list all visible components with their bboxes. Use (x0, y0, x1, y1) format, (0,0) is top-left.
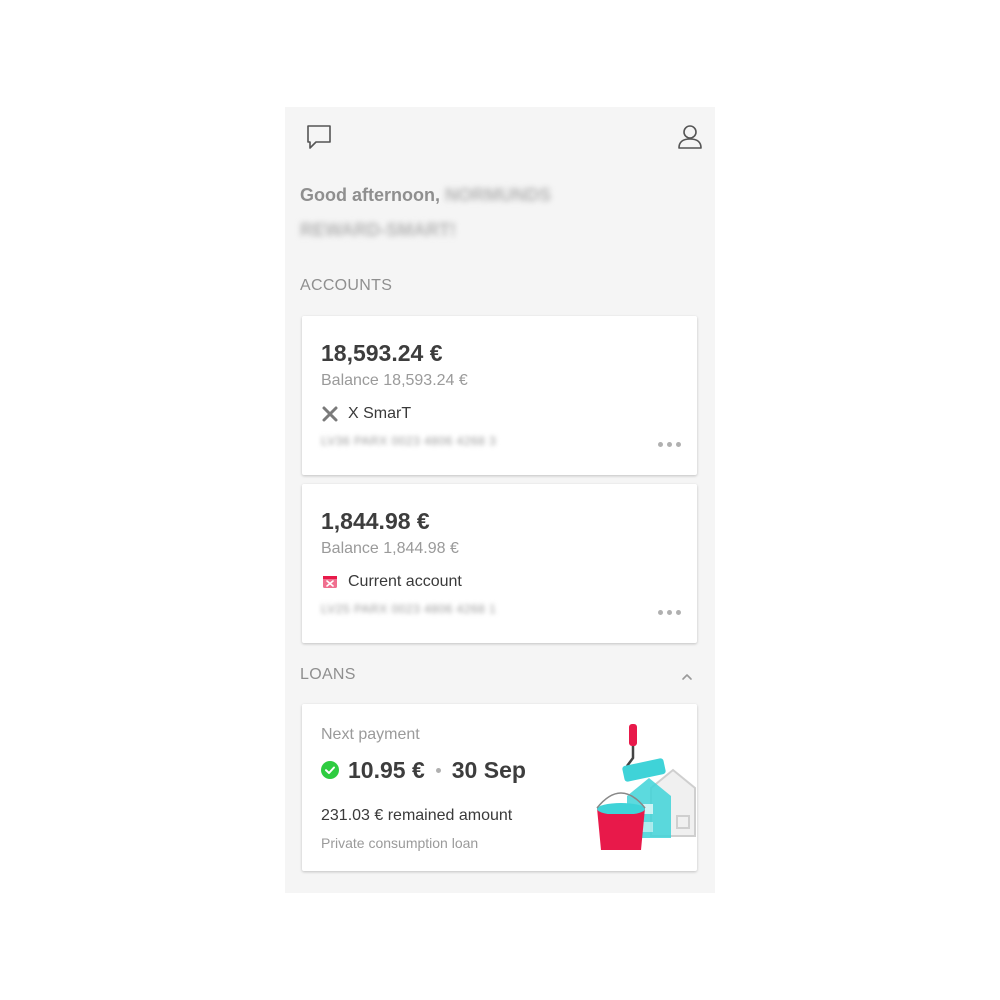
account-name: X SmarT (348, 405, 412, 422)
account-iban: LV36 PARX 0023 4806 4268 3 (321, 434, 497, 448)
user-name-line-2: REWARD-SMART! (300, 220, 456, 240)
account-balance: Balance 1,844.98 € (321, 540, 459, 557)
next-payment-row: 10.95 € 30 Sep (321, 756, 526, 784)
loan-type: Private consumption loan (321, 835, 479, 851)
chat-bubble-icon[interactable] (305, 123, 333, 151)
more-options-icon[interactable] (658, 440, 682, 450)
next-payment-label: Next payment (321, 726, 420, 743)
payment-amount: 10.95 € (348, 756, 425, 783)
x-smart-icon (321, 405, 339, 423)
user-icon[interactable] (677, 123, 703, 151)
user-name: NORMUNDS (445, 185, 551, 205)
paint-house-illustration (587, 718, 697, 858)
account-card[interactable]: 18,593.24 € Balance 18,593.24 € X SmarT … (302, 316, 697, 475)
current-account-icon (321, 573, 339, 591)
chevron-up-icon[interactable] (677, 667, 697, 687)
remained-amount: 231.03 € remained amount (321, 807, 513, 824)
top-bar (285, 107, 715, 167)
app-screen: Good afternoon, NORMUNDS REWARD-SMART! A… (285, 107, 715, 893)
greeting: Good afternoon, NORMUNDS (300, 185, 551, 206)
account-card[interactable]: 1,844.98 € Balance 1,844.98 € Current ac… (302, 484, 697, 643)
loan-card[interactable]: Next payment 10.95 € 30 Sep 231.03 € rem… (302, 704, 697, 871)
check-circle-icon (321, 761, 339, 779)
account-amount: 18,593.24 € (321, 340, 443, 366)
payment-date: 30 Sep (451, 756, 526, 783)
account-amount: 1,844.98 € (321, 508, 430, 534)
accounts-title: ACCOUNTS (300, 277, 393, 294)
greeting-prefix: Good afternoon, (300, 185, 440, 205)
account-name: Current account (348, 573, 462, 590)
more-options-icon[interactable] (658, 608, 682, 618)
separator-dot (435, 767, 441, 773)
loans-title: LOANS (300, 666, 356, 683)
account-iban: LV25 PARX 0023 4806 4268 1 (321, 602, 497, 616)
account-balance: Balance 18,593.24 € (321, 372, 468, 389)
greeting-line-2: REWARD-SMART! (300, 220, 456, 241)
